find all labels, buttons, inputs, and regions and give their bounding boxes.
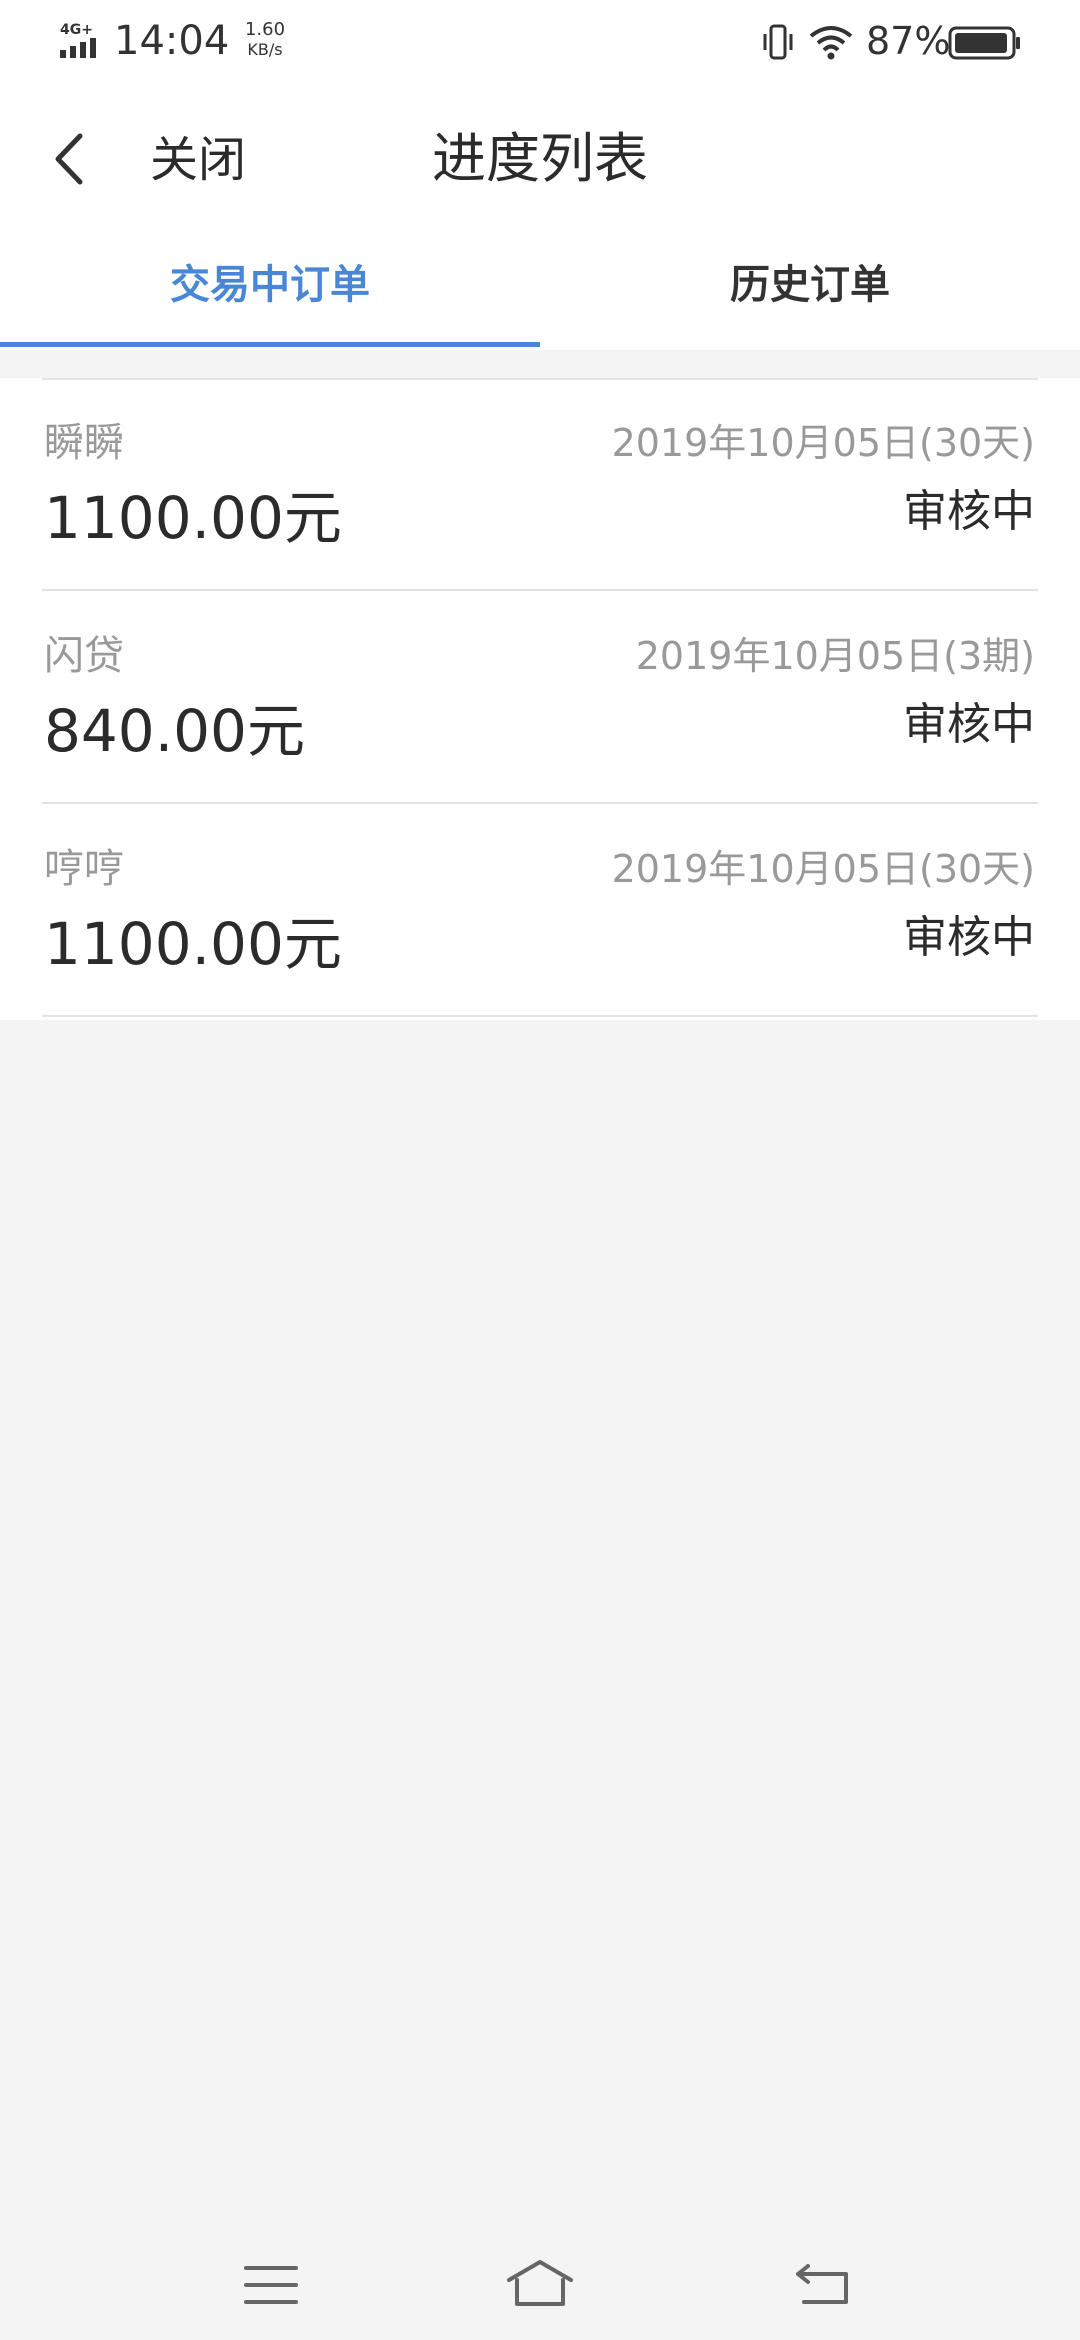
order-amount: 840.00元 bbox=[44, 697, 305, 765]
network-type: 4G+ bbox=[60, 22, 93, 38]
order-name: 瞬瞬 bbox=[44, 420, 124, 466]
order-status: 审核中 bbox=[903, 486, 1035, 537]
order-amount: 1100.00元 bbox=[44, 910, 342, 978]
return-icon[interactable] bbox=[788, 2250, 858, 2320]
battery-percentage: 87% bbox=[866, 19, 951, 63]
home-icon[interactable] bbox=[505, 2250, 575, 2320]
system-navigation-bar bbox=[0, 2230, 1080, 2340]
list-item[interactable]: 瞬瞬 2019年10月05日(30天) 1100.00元 审核中 bbox=[0, 378, 1080, 591]
order-date: 2019年10月05日(3期) bbox=[635, 634, 1035, 678]
header-area: 4G+ 14:04 1.60 KB/s 87% 关闭 进度列表 交易中订单 历史… bbox=[0, 0, 1080, 350]
wifi-icon bbox=[809, 26, 853, 60]
tab-history-orders[interactable]: 历史订单 bbox=[540, 250, 1080, 350]
tab-trading-orders[interactable]: 交易中订单 bbox=[0, 250, 540, 350]
order-list: 瞬瞬 2019年10月05日(30天) 1100.00元 审核中 闪贷 2019… bbox=[0, 378, 1080, 1020]
page-title: 进度列表 bbox=[432, 127, 648, 190]
order-status: 审核中 bbox=[903, 699, 1035, 750]
back-arrow-icon[interactable] bbox=[44, 124, 94, 194]
order-date: 2019年10月05日(30天) bbox=[611, 421, 1035, 465]
close-button[interactable]: 关闭 bbox=[150, 128, 246, 192]
order-date: 2019年10月05日(30天) bbox=[611, 847, 1035, 891]
network-speed-unit: KB/s bbox=[247, 40, 283, 59]
network-speed: 1.60 KB/s bbox=[230, 20, 300, 60]
menu-icon[interactable] bbox=[236, 2250, 306, 2320]
active-tab-indicator bbox=[0, 342, 540, 347]
app-screen: 4G+ 14:04 1.60 KB/s 87% 关闭 进度列表 交易中订单 历史… bbox=[0, 0, 1080, 2340]
order-amount: 1100.00元 bbox=[44, 484, 342, 552]
order-status: 审核中 bbox=[903, 912, 1035, 963]
status-bar: 4G+ 14:04 1.60 KB/s 87% bbox=[0, 0, 1080, 84]
battery-icon bbox=[948, 26, 1020, 60]
signal-icon: 4G+ bbox=[60, 22, 96, 58]
vibrate-icon bbox=[763, 24, 793, 60]
order-name: 哼哼 bbox=[44, 846, 124, 892]
list-item[interactable]: 闪贷 2019年10月05日(3期) 840.00元 审核中 bbox=[0, 591, 1080, 804]
status-time: 14:04 bbox=[114, 18, 230, 64]
order-name: 闪贷 bbox=[44, 633, 124, 679]
list-item[interactable]: 哼哼 2019年10月05日(30天) 1100.00元 审核中 bbox=[0, 804, 1080, 1017]
network-speed-value: 1.60 bbox=[244, 19, 286, 40]
